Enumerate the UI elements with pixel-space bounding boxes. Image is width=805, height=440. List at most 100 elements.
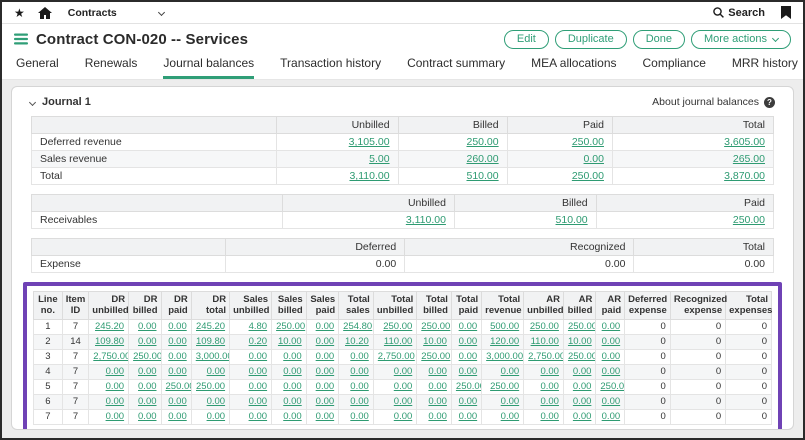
help-icon[interactable]: ?	[764, 97, 775, 108]
tab-transaction-history[interactable]: Transaction history	[280, 56, 381, 79]
amount-link[interactable]: 0.00	[316, 396, 335, 407]
amount-link[interactable]: 0.00	[138, 366, 157, 377]
amount-link[interactable]: 3,105.00	[349, 136, 390, 148]
amount-link[interactable]: 0.00	[283, 351, 302, 362]
amount-link[interactable]: 245.20	[196, 321, 225, 332]
amount-link[interactable]: 109.80	[196, 336, 225, 347]
amount-link[interactable]: 0.00	[249, 351, 268, 362]
amount-link[interactable]: 0.00	[316, 321, 335, 332]
amount-link[interactable]: 0.00	[168, 321, 187, 332]
amount-link[interactable]: 2,750.00	[378, 351, 415, 362]
amount-link[interactable]: 250.00	[196, 381, 225, 392]
amount-link[interactable]: 245.20	[95, 321, 124, 332]
amount-link[interactable]: 0.00	[428, 396, 447, 407]
amount-link[interactable]: 0.00	[138, 321, 157, 332]
amount-link[interactable]: 0.00	[283, 396, 302, 407]
amount-link[interactable]: 0.00	[350, 396, 369, 407]
amount-link[interactable]: 0.00	[394, 381, 413, 392]
amount-link[interactable]: 0.00	[316, 351, 335, 362]
amount-link[interactable]: 510.00	[556, 214, 588, 226]
amount-link[interactable]: 0.00	[350, 366, 369, 377]
amount-link[interactable]: 3,000.00	[486, 351, 523, 362]
tab-general[interactable]: General	[16, 56, 59, 79]
amount-link[interactable]: 2,750.00	[93, 351, 128, 362]
amount-link[interactable]: 10.00	[423, 336, 447, 347]
amount-link[interactable]: 250.00	[572, 136, 604, 148]
done-button[interactable]: Done	[633, 30, 685, 49]
amount-link[interactable]: 3,000.00	[196, 351, 230, 362]
amount-link[interactable]: 10.00	[278, 336, 302, 347]
amount-link[interactable]: 250.00	[421, 321, 450, 332]
amount-link[interactable]: 250.00	[600, 381, 624, 392]
amount-link[interactable]: 500.00	[490, 321, 519, 332]
about-journal-balances-link[interactable]: About journal balances ?	[652, 96, 775, 108]
amount-link[interactable]: 5.00	[369, 153, 389, 165]
amount-link[interactable]: 0.00	[573, 366, 592, 377]
amount-link[interactable]: 0.00	[138, 336, 157, 347]
amount-link[interactable]: 250.00	[276, 321, 305, 332]
amount-link[interactable]: 250.00	[568, 351, 596, 362]
amount-link[interactable]: 0.00	[207, 411, 226, 422]
amount-link[interactable]: 260.00	[466, 153, 498, 165]
amount-link[interactable]: 0.00	[168, 366, 187, 377]
amount-link[interactable]: 254.80	[343, 321, 372, 332]
amount-link[interactable]: 3,110.00	[406, 214, 446, 226]
amount-link[interactable]: 3,870.00	[724, 170, 765, 182]
amount-link[interactable]: 0.00	[168, 396, 187, 407]
amount-link[interactable]: 0.00	[573, 381, 592, 392]
amount-link[interactable]: 0.00	[249, 411, 268, 422]
tab-compliance[interactable]: Compliance	[643, 56, 706, 79]
amount-link[interactable]: 0.00	[459, 321, 478, 332]
amount-link[interactable]: 10.00	[568, 336, 592, 347]
amount-link[interactable]: 0.00	[207, 366, 226, 377]
amount-link[interactable]: 0.00	[540, 396, 559, 407]
amount-link[interactable]: 0.00	[602, 321, 621, 332]
module-dropdown[interactable]: Contracts	[68, 7, 164, 19]
amount-link[interactable]: 0.00	[138, 381, 157, 392]
amount-link[interactable]: 0.00	[428, 381, 447, 392]
amount-link[interactable]: 3,110.00	[349, 170, 389, 182]
amount-link[interactable]: 0.20	[249, 336, 268, 347]
amount-link[interactable]: 0.00	[350, 351, 369, 362]
amount-link[interactable]: 0.00	[249, 381, 268, 392]
amount-link[interactable]: 109.80	[95, 336, 124, 347]
amount-link[interactable]: 110.00	[531, 336, 559, 347]
amount-link[interactable]: 0.00	[573, 396, 592, 407]
amount-link[interactable]: 0.00	[316, 336, 335, 347]
amount-link[interactable]: 250.00	[133, 351, 161, 362]
amount-link[interactable]: 0.00	[168, 411, 187, 422]
amount-link[interactable]: 120.00	[490, 336, 519, 347]
amount-link[interactable]: 0.00	[584, 153, 604, 165]
amount-link[interactable]: 0.00	[283, 366, 302, 377]
amount-link[interactable]: 0.00	[501, 411, 520, 422]
amount-link[interactable]: 250.00	[572, 170, 604, 182]
amount-link[interactable]: 250.00	[530, 321, 559, 332]
amount-link[interactable]: 0.00	[106, 366, 125, 377]
amount-link[interactable]: 0.00	[501, 396, 520, 407]
amount-link[interactable]: 0.00	[394, 396, 413, 407]
amount-link[interactable]: 250.00	[166, 381, 192, 392]
amount-link[interactable]: 250.00	[733, 214, 765, 226]
amount-link[interactable]: 0.00	[316, 381, 335, 392]
amount-link[interactable]: 0.00	[428, 411, 447, 422]
amount-link[interactable]: 0.00	[316, 366, 335, 377]
amount-link[interactable]: 250.00	[383, 321, 412, 332]
amount-link[interactable]: 0.00	[168, 336, 187, 347]
tab-renewals[interactable]: Renewals	[85, 56, 138, 79]
amount-link[interactable]: 4.80	[249, 321, 268, 332]
amount-link[interactable]: 0.00	[428, 366, 447, 377]
amount-link[interactable]: 0.00	[138, 396, 157, 407]
home-icon[interactable]	[38, 7, 52, 19]
record-list-icon[interactable]	[14, 33, 28, 45]
amount-link[interactable]: 3,605.00	[724, 136, 765, 148]
amount-link[interactable]: 0.00	[249, 396, 268, 407]
more-actions-button[interactable]: More actions	[691, 30, 791, 49]
amount-link[interactable]: 0.00	[573, 411, 592, 422]
amount-link[interactable]: 0.00	[394, 411, 413, 422]
amount-link[interactable]: 0.00	[138, 411, 157, 422]
amount-link[interactable]: 0.00	[602, 396, 621, 407]
amount-link[interactable]: 0.00	[602, 411, 621, 422]
amount-link[interactable]: 0.00	[394, 366, 413, 377]
amount-link[interactable]: 0.00	[106, 396, 125, 407]
edit-button[interactable]: Edit	[504, 30, 549, 49]
